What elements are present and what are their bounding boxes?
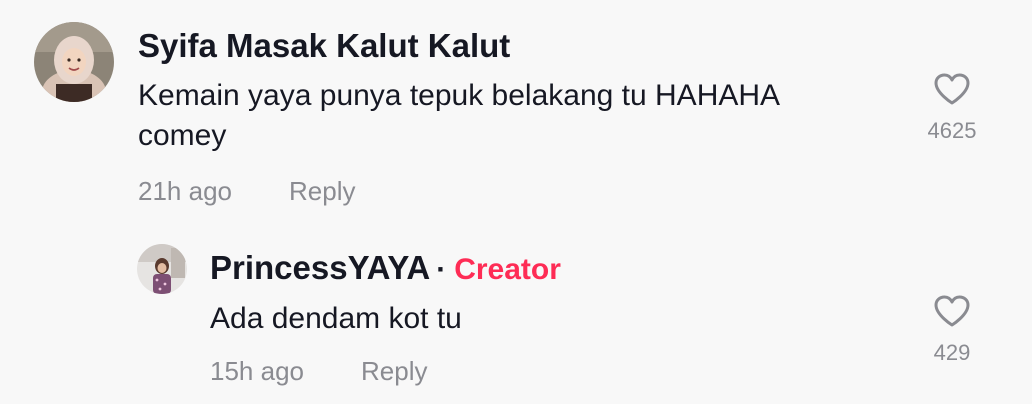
heart-outline-icon: [934, 295, 970, 327]
reply-button[interactable]: Reply: [361, 355, 427, 387]
user-avatar-photo: [34, 22, 114, 102]
like-count: 429: [933, 340, 971, 365]
heart-outline-icon: [934, 73, 970, 105]
comment-thread: Syifa Masak Kalut Kalut Kemain yaya puny…: [0, 0, 1032, 404]
commenter-username[interactable]: Syifa Masak Kalut Kalut: [138, 26, 510, 66]
creator-badge: Creator: [454, 253, 561, 286]
reply-timestamp: 15h ago: [210, 356, 304, 386]
separator-dot: ·: [436, 253, 447, 286]
reply-header: PrincessYAYA · Creator: [210, 248, 561, 290]
creator-avatar[interactable]: [137, 244, 187, 294]
like-button[interactable]: 4625: [912, 72, 992, 144]
reply-button[interactable]: Reply: [289, 175, 355, 207]
comment-text-line: Kemain yaya punya tepuk belakang tu HAHA…: [138, 79, 781, 112]
comment-timestamp: 21h ago: [138, 176, 232, 206]
creator-avatar-photo: [137, 244, 187, 294]
like-button[interactable]: 429: [912, 294, 992, 366]
reply-text: Ada dendam kot tu: [210, 302, 462, 335]
commenter-avatar[interactable]: [34, 22, 114, 102]
like-count: 4625: [927, 118, 977, 143]
comment-text-line: comey: [138, 119, 227, 152]
comment-text: Kemain yaya punya tepuk belakang tu HAHA…: [138, 76, 858, 156]
creator-username[interactable]: PrincessYAYA: [210, 249, 430, 286]
